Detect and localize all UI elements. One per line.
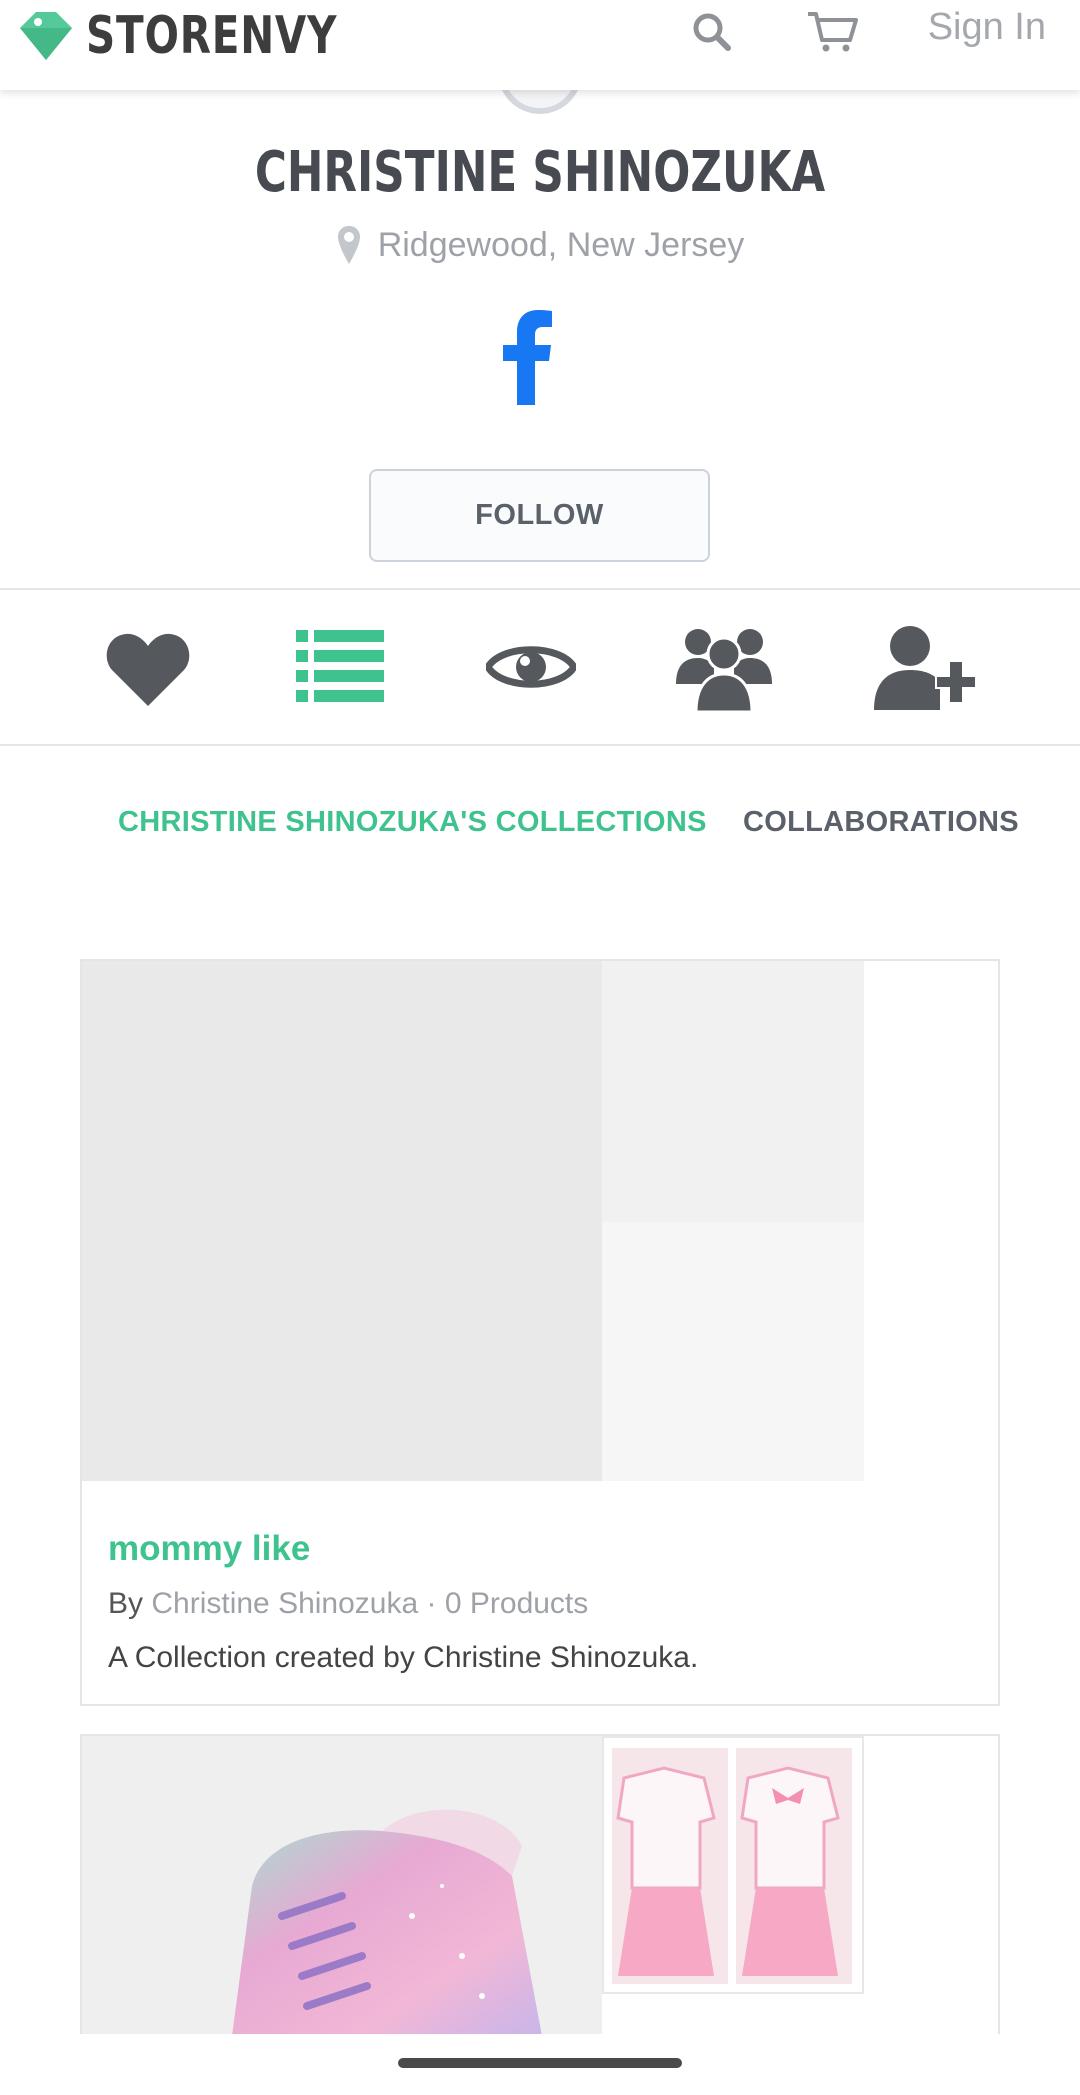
profile-name: CHRISTINE SHINOZUKA: [254, 140, 826, 205]
brand-name: STORENVY: [86, 6, 338, 66]
collection-image-main: [82, 1736, 602, 2034]
tag-logo-icon: [20, 12, 72, 60]
cart-icon[interactable]: [806, 8, 860, 61]
tab-collections[interactable]: CHRISTINE SHINOZUKA'S COLLECTIONS: [118, 806, 707, 839]
user-plus-icon[interactable]: [874, 624, 977, 715]
sign-in-link[interactable]: Sign In: [928, 6, 1046, 49]
collection-card[interactable]: mommy like By Christine Shinozuka · 0 Pr…: [80, 959, 1000, 1706]
follow-button[interactable]: FOLLOW: [369, 469, 710, 562]
users-icon[interactable]: [676, 624, 772, 717]
by-label: By: [108, 1587, 144, 1620]
collection-image-main: [82, 961, 602, 1481]
collection-description: A Collection created by Christine Shinoz…: [108, 1641, 699, 1674]
author-link[interactable]: Christine Shinozuka: [151, 1587, 418, 1620]
tab-collaborations[interactable]: COLLABORATIONS: [743, 806, 1019, 839]
home-indicator: [398, 2058, 682, 2068]
collection-card[interactable]: [80, 1734, 1000, 2034]
collection-image-side: [602, 1736, 864, 1994]
collection-title[interactable]: mommy like: [108, 1529, 310, 1569]
top-header: STORENVY Sign In: [0, 0, 1080, 90]
location-text: Ridgewood, New Jersey: [377, 225, 745, 264]
eye-icon[interactable]: [483, 636, 579, 703]
collection-image-side: [602, 1222, 864, 1481]
profile-icon-tabs: [0, 588, 1080, 746]
storenvy-logo[interactable]: STORENVY: [16, 6, 408, 66]
meta-separator: ·: [426, 1587, 437, 1620]
list-icon[interactable]: [296, 630, 384, 707]
map-pin-icon: [336, 224, 362, 266]
heart-icon[interactable]: [104, 626, 192, 715]
collection-meta: By Christine Shinozuka · 0 Products: [108, 1587, 588, 1621]
product-count: 0 Products: [444, 1587, 589, 1620]
collection-image-side: [602, 961, 864, 1222]
search-icon[interactable]: [688, 8, 736, 61]
profile-location: Ridgewood, New Jersey: [0, 224, 1080, 266]
facebook-icon[interactable]: [499, 305, 555, 410]
